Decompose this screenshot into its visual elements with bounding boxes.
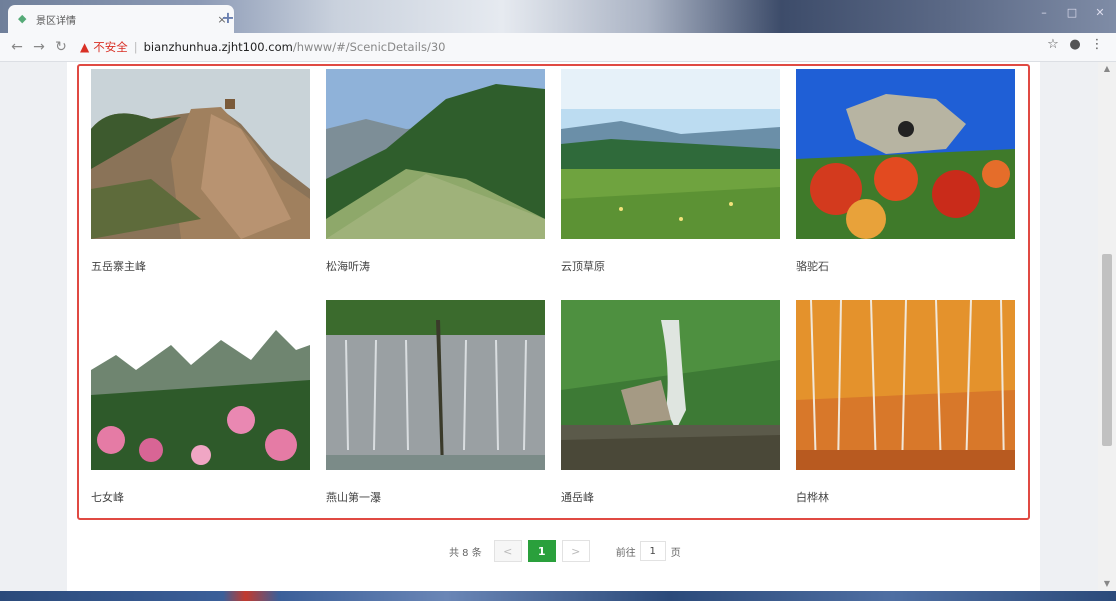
os-taskbar [0, 591, 1116, 601]
scenic-card[interactable]: 七女峰 [91, 300, 310, 504]
menu-kebab-icon[interactable]: ⋮ [1086, 37, 1108, 52]
pagination-total: 共 8 条 [449, 547, 482, 559]
scenic-photo[interactable] [561, 69, 780, 239]
scroll-up-arrow-icon[interactable]: ▲ [1098, 62, 1116, 76]
scenic-photo[interactable] [326, 69, 545, 239]
page-favicon-icon: ◆ [18, 12, 27, 25]
pagination: 共 8 条 < 1 > 前往 页 [449, 540, 681, 562]
new-tab-button[interactable]: + [216, 7, 240, 29]
close-window-icon[interactable]: ✕ [1086, 4, 1114, 22]
scenic-card[interactable]: 云顶草原 [561, 69, 780, 273]
window-controls: – □ ✕ [1030, 4, 1114, 22]
tab-title: 景区详情 [36, 15, 76, 27]
scenic-photo[interactable] [91, 300, 310, 470]
scenic-caption[interactable]: 燕山第一瀑 [326, 489, 545, 504]
scenic-card[interactable]: 五岳寨主峰 [91, 69, 310, 273]
scenic-card[interactable]: 松海听涛 [326, 69, 545, 273]
url-host: bianzhunhua.zjht100.com [143, 40, 293, 54]
scenic-card[interactable]: 燕山第一瀑 [326, 300, 545, 504]
scenic-caption[interactable]: 骆驼石 [796, 258, 1015, 273]
goto-unit: 页 [670, 547, 681, 559]
page-number-button[interactable]: 1 [527, 540, 556, 562]
back-arrow-icon[interactable]: ← [6, 39, 28, 55]
scrollbar-thumb[interactable] [1102, 254, 1112, 446]
scenic-gallery: 五岳寨主峰 松海听涛 云顶草原 骆驼石 七女峰 燕山第一瀑 通岳峰 白桦林 [77, 64, 1030, 520]
scenic-caption[interactable]: 通岳峰 [561, 489, 780, 504]
scenic-photo[interactable] [796, 69, 1015, 239]
next-page-button[interactable]: > [561, 540, 590, 562]
scenic-caption[interactable]: 五岳寨主峰 [91, 258, 310, 273]
browser-tab-strip: ◆ 景区详情 × + – □ ✕ [0, 0, 1116, 33]
page-scrollbar[interactable]: ▲ ▼ [1098, 62, 1116, 591]
security-label[interactable]: 不安全 [93, 39, 128, 55]
minimize-icon[interactable]: – [1030, 4, 1058, 22]
scenic-caption[interactable]: 松海听涛 [326, 258, 545, 273]
scenic-caption[interactable]: 白桦林 [796, 489, 1015, 504]
scroll-down-arrow-icon[interactable]: ▼ [1098, 577, 1116, 591]
scenic-caption[interactable]: 云顶草原 [561, 258, 780, 273]
scenic-card[interactable]: 骆驼石 [796, 69, 1015, 273]
maximize-icon[interactable]: □ [1058, 4, 1086, 22]
address-bar: ← → ↻ ▲ 不安全 | bianzhunhua.zjht100.com /h… [0, 33, 1116, 62]
forward-arrow-icon[interactable]: → [28, 39, 50, 55]
warning-icon: ▲ [80, 40, 90, 54]
url-field[interactable]: ▲ 不安全 | bianzhunhua.zjht100.com /hwww/#/… [80, 39, 445, 55]
profile-icon[interactable]: ● [1064, 37, 1086, 52]
goto-label: 前往 [615, 547, 636, 559]
reload-icon[interactable]: ↻ [50, 39, 72, 55]
scenic-photo[interactable] [796, 300, 1015, 470]
page-viewport: 五岳寨主峰 松海听涛 云顶草原 骆驼石 七女峰 燕山第一瀑 通岳峰 白桦林 共 … [0, 62, 1116, 591]
address-bar-actions: ☆ ● ⋮ [1042, 37, 1108, 52]
bookmark-star-icon[interactable]: ☆ [1042, 37, 1064, 52]
url-separator: | [133, 40, 138, 54]
scenic-photo[interactable] [326, 300, 545, 470]
scenic-photo[interactable] [91, 69, 310, 239]
url-path: /hwww/#/ScenicDetails/30 [292, 40, 446, 54]
goto-page-input[interactable] [639, 541, 666, 561]
page-content: 五岳寨主峰 松海听涛 云顶草原 骆驼石 七女峰 燕山第一瀑 通岳峰 白桦林 共 … [67, 62, 1040, 591]
scenic-card[interactable]: 白桦林 [796, 300, 1015, 504]
scenic-photo[interactable] [561, 300, 780, 470]
browser-tab[interactable]: ◆ 景区详情 × [8, 5, 234, 33]
scenic-card[interactable]: 通岳峰 [561, 300, 780, 504]
prev-page-button[interactable]: < [493, 540, 522, 562]
scenic-caption[interactable]: 七女峰 [91, 489, 310, 504]
